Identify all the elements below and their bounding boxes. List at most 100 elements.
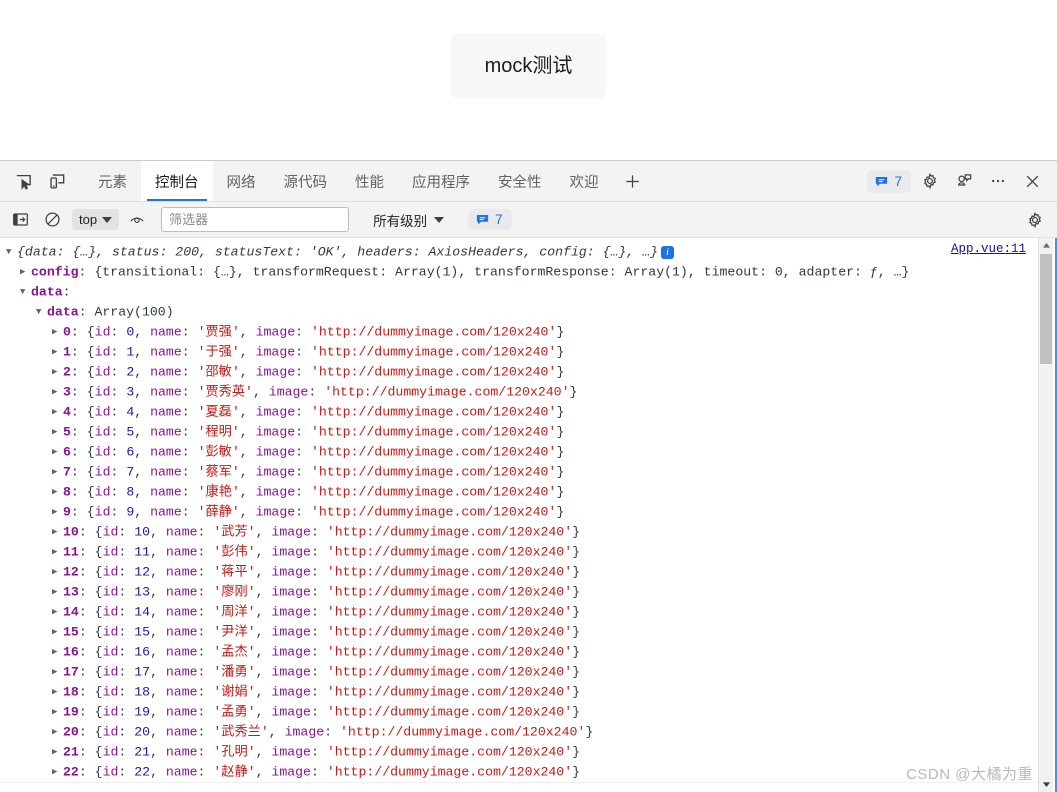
console-array-row[interactable]: 20: {id: 20, name: '武秀兰', image: 'http:/… xyxy=(0,722,1040,742)
console-array-row[interactable]: 17: {id: 17, name: '潘勇', image: 'http://… xyxy=(0,662,1040,682)
disclosure-triangle-icon[interactable] xyxy=(52,402,63,422)
punctuation: : xyxy=(118,564,135,580)
console-summary-line[interactable]: {data: {…}, status: 200, statusText: 'OK… xyxy=(0,242,1040,262)
tab-network[interactable]: 网络 xyxy=(213,161,270,201)
console-array-row[interactable]: 5: {id: 5, name: '程明', image: 'http://du… xyxy=(0,422,1040,442)
console-message[interactable]: App.vue:11 {data: {…}, status: 200, stat… xyxy=(0,238,1040,783)
inspect-element-icon[interactable] xyxy=(6,161,40,201)
tab-application[interactable]: 应用程序 xyxy=(398,161,484,201)
tab-elements[interactable]: 元素 xyxy=(84,161,141,201)
console-issues-badge[interactable]: 7 xyxy=(468,209,512,230)
console-array-row[interactable]: 18: {id: 18, name: '谢娟', image: 'http://… xyxy=(0,682,1040,702)
disclosure-triangle-icon[interactable] xyxy=(52,362,63,382)
row-key-id: id xyxy=(94,384,111,400)
console-array-row[interactable]: 12: {id: 12, name: '蒋平', image: 'http://… xyxy=(0,562,1040,582)
tab-security[interactable]: 安全性 xyxy=(484,161,556,201)
punctuation: } xyxy=(572,584,581,600)
disclosure-triangle-icon[interactable] xyxy=(52,482,63,502)
row-index: 0 xyxy=(63,324,71,340)
console-sidebar-icon[interactable] xyxy=(6,207,34,233)
message-bubble-icon xyxy=(476,215,489,225)
disclosure-triangle-icon[interactable] xyxy=(20,282,31,302)
tab-performance[interactable]: 性能 xyxy=(341,161,398,201)
punctuation: : xyxy=(181,464,198,480)
tab-welcome[interactable]: 欢迎 xyxy=(556,161,613,201)
console-data-line[interactable]: data: xyxy=(0,282,1040,302)
console-array-row[interactable]: 16: {id: 16, name: '孟杰', image: 'http://… xyxy=(0,642,1040,662)
disclosure-triangle-icon[interactable] xyxy=(36,302,47,322)
console-config-line[interactable]: config: {transitional: {…}, transformReq… xyxy=(0,262,1040,282)
disclosure-triangle-icon[interactable] xyxy=(52,522,63,542)
row-value-name: '孟杰' xyxy=(213,644,256,660)
close-icon[interactable] xyxy=(1017,166,1047,196)
console-array-row[interactable]: 22: {id: 22, name: '赵静', image: 'http://… xyxy=(0,762,1040,782)
console-array-row[interactable]: 15: {id: 15, name: '尹洋', image: 'http://… xyxy=(0,622,1040,642)
console-array-row[interactable]: 10: {id: 10, name: '武芳', image: 'http://… xyxy=(0,522,1040,542)
disclosure-triangle-icon[interactable] xyxy=(52,422,63,442)
console-array-row[interactable]: 7: {id: 7, name: '蔡军', image: 'http://du… xyxy=(0,462,1040,482)
execution-context-selector[interactable]: top xyxy=(72,209,120,230)
console-array-line[interactable]: data: Array(100) xyxy=(0,302,1040,322)
console-filter-input[interactable] xyxy=(161,207,350,232)
add-panel-button[interactable] xyxy=(613,161,653,201)
disclosure-triangle-icon[interactable] xyxy=(52,342,63,362)
punctuation: : { xyxy=(70,444,95,460)
device-toolbar-icon[interactable] xyxy=(40,161,74,201)
feedback-icon[interactable] xyxy=(949,166,979,196)
clear-console-icon[interactable] xyxy=(38,207,66,233)
punctuation: : xyxy=(308,384,325,400)
disclosure-triangle-icon[interactable] xyxy=(52,662,63,682)
console-array-row[interactable]: 2: {id: 2, name: '邵敏', image: 'http://du… xyxy=(0,362,1040,382)
disclosure-triangle-icon[interactable] xyxy=(52,742,63,762)
issues-badge[interactable]: 7 xyxy=(867,169,911,193)
disclosure-triangle-icon[interactable] xyxy=(52,502,63,522)
console-array-row[interactable]: 13: {id: 13, name: '廖刚', image: 'http://… xyxy=(0,582,1040,602)
disclosure-triangle-icon[interactable] xyxy=(52,602,63,622)
disclosure-triangle-icon[interactable] xyxy=(52,582,63,602)
punctuation: : { xyxy=(78,744,103,760)
gear-icon[interactable] xyxy=(915,166,945,196)
info-icon[interactable]: i xyxy=(661,245,675,259)
punctuation: } xyxy=(569,384,578,400)
console-array-row[interactable]: 4: {id: 4, name: '夏磊', image: 'http://du… xyxy=(0,402,1040,422)
scrollbar-thumb[interactable] xyxy=(1040,254,1052,364)
live-expression-icon[interactable] xyxy=(123,207,151,233)
gear-icon[interactable] xyxy=(1021,207,1049,233)
tab-console[interactable]: 控制台 xyxy=(141,161,213,201)
scroll-up-arrow-icon[interactable] xyxy=(1039,238,1053,253)
console-array-row[interactable]: 9: {id: 9, name: '薛静', image: 'http://du… xyxy=(0,502,1040,522)
scroll-down-arrow-icon[interactable] xyxy=(1039,777,1053,792)
disclosure-triangle-icon[interactable] xyxy=(52,762,63,782)
disclosure-triangle-icon[interactable] xyxy=(52,702,63,722)
disclosure-triangle-icon[interactable] xyxy=(52,382,63,402)
disclosure-triangle-icon[interactable] xyxy=(52,622,63,642)
console-array-row[interactable]: 19: {id: 19, name: '孟勇', image: 'http://… xyxy=(0,702,1040,722)
disclosure-triangle-icon[interactable] xyxy=(52,462,63,482)
tab-sources[interactable]: 源代码 xyxy=(270,161,342,201)
console-array-row[interactable]: 1: {id: 1, name: '于强', image: 'http://du… xyxy=(0,342,1040,362)
disclosure-triangle-icon[interactable] xyxy=(20,262,31,282)
row-value-name: '贾强' xyxy=(197,324,240,340)
console-array-row[interactable]: 0: {id: 0, name: '贾强', image: 'http://du… xyxy=(0,322,1040,342)
console-array-row[interactable]: 6: {id: 6, name: '彭敏', image: 'http://du… xyxy=(0,442,1040,462)
console-array-row[interactable]: 21: {id: 21, name: '孔明', image: 'http://… xyxy=(0,742,1040,762)
disclosure-triangle-icon[interactable] xyxy=(6,242,17,262)
disclosure-triangle-icon[interactable] xyxy=(52,722,63,742)
log-level-selector[interactable]: 所有级别 xyxy=(367,207,450,233)
console-array-row[interactable]: 3: {id: 3, name: '贾秀英', image: 'http://d… xyxy=(0,382,1040,402)
disclosure-triangle-icon[interactable] xyxy=(52,682,63,702)
console-array-row[interactable]: 8: {id: 8, name: '康艳', image: 'http://du… xyxy=(0,482,1040,502)
console-vertical-scrollbar[interactable] xyxy=(1038,238,1053,792)
disclosure-triangle-icon[interactable] xyxy=(52,322,63,342)
disclosure-triangle-icon[interactable] xyxy=(52,642,63,662)
disclosure-triangle-icon[interactable] xyxy=(52,442,63,462)
mock-test-button[interactable]: mock测试 xyxy=(450,34,607,98)
row-key-id: id xyxy=(94,344,111,360)
disclosure-triangle-icon[interactable] xyxy=(52,562,63,582)
source-location-link[interactable]: App.vue:11 xyxy=(951,242,1026,256)
console-array-row[interactable]: 14: {id: 14, name: '周洋', image: 'http://… xyxy=(0,602,1040,622)
disclosure-triangle-icon[interactable] xyxy=(52,542,63,562)
console-array-row[interactable]: 11: {id: 11, name: '彭伟', image: 'http://… xyxy=(0,542,1040,562)
more-options-icon[interactable] xyxy=(983,166,1013,196)
punctuation: } xyxy=(572,744,581,760)
